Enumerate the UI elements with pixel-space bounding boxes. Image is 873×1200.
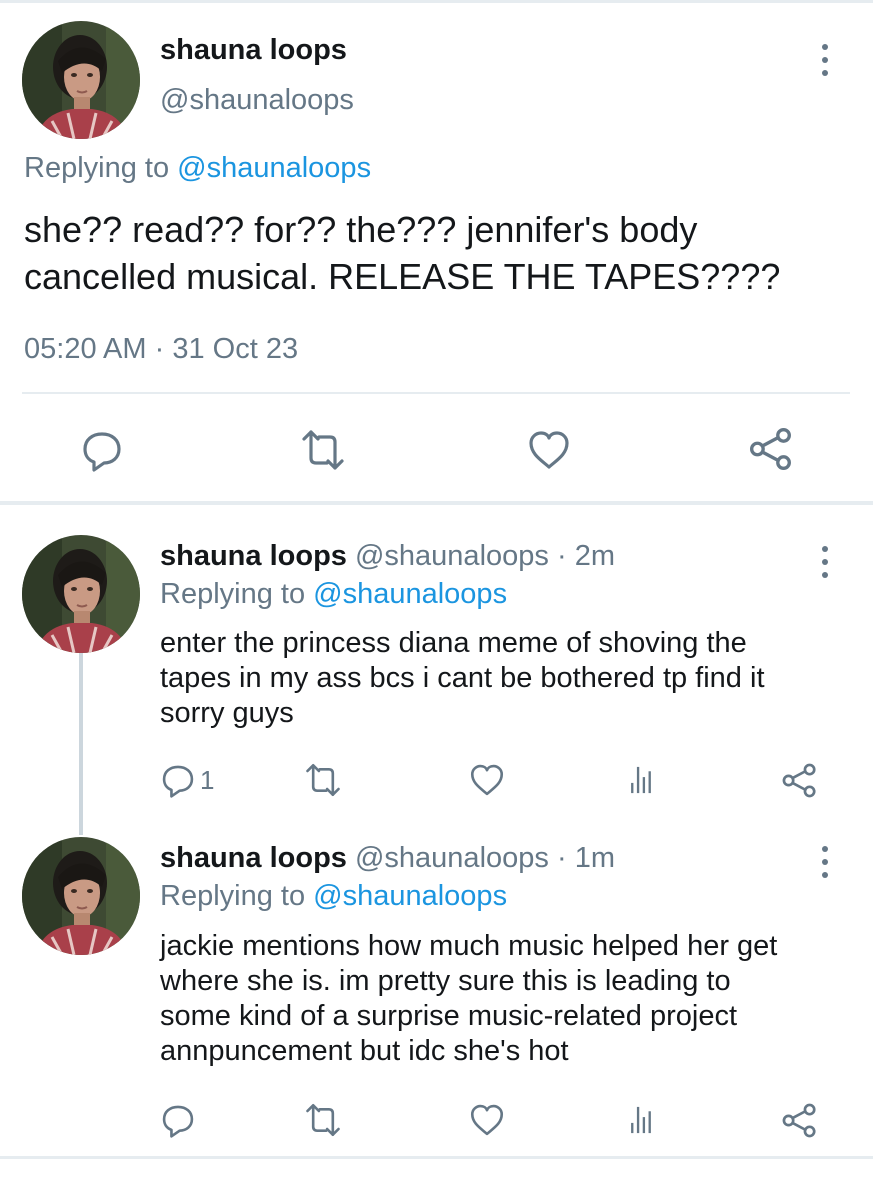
tweet-text-line: enter the princess diana meme of shoving… (160, 627, 747, 659)
share-button[interactable] (748, 426, 794, 472)
reply-icon (80, 428, 124, 472)
retweet-button[interactable] (303, 762, 343, 798)
reply-icon (160, 762, 196, 798)
tweet-text-line: tapes in my ass bcs i cant be bothered t… (160, 662, 765, 694)
tweet-text-line: sorry guys (160, 697, 294, 729)
replying-to-label: Replying to (160, 578, 306, 610)
reply-button[interactable] (80, 428, 124, 472)
reply-age: 1m (574, 842, 615, 874)
like-button[interactable] (527, 428, 571, 472)
display-name[interactable]: shauna loops (160, 34, 347, 67)
main-tweet: shauna loops @shaunaloops Replying to @s… (0, 0, 873, 503)
bottom-divider (0, 1156, 873, 1159)
reply-button[interactable]: 1 (160, 762, 214, 798)
analytics-button[interactable] (626, 764, 658, 796)
user-handle[interactable]: @shaunaloops (355, 842, 549, 874)
mention-link[interactable]: @shaunaloops (177, 152, 371, 184)
analytics-icon (626, 1104, 658, 1136)
tweet-text-line: where she is. im pretty sure this is lea… (160, 965, 731, 997)
mention-link[interactable]: @shaunaloops (313, 880, 507, 912)
display-name[interactable]: shauna loops (160, 540, 347, 572)
like-button[interactable] (469, 762, 505, 798)
more-options-icon[interactable] (815, 40, 835, 80)
replying-to-label: Replying to (24, 152, 170, 184)
tweet-text-line: some kind of a surprise music-related pr… (160, 1000, 738, 1032)
reply-icon (160, 1102, 196, 1138)
more-options-icon[interactable] (815, 542, 835, 582)
share-icon (748, 426, 794, 472)
replying-to: Replying to @shaunaloops (24, 152, 371, 185)
mention-link[interactable]: @shaunaloops (313, 578, 507, 610)
like-button[interactable] (469, 1102, 505, 1138)
meta-separator: · (556, 540, 567, 572)
user-handle[interactable]: @shaunaloops (160, 84, 354, 117)
avatar[interactable] (22, 21, 140, 139)
tweet-text: she?? read?? for?? the??? jennifer's bod… (24, 209, 781, 297)
reply-tweet[interactable]: shauna loops @shaunaloops · 1m Replying … (0, 837, 873, 1147)
reply-header: shauna loops @shaunaloops · 1m (160, 842, 615, 875)
share-button[interactable] (781, 762, 818, 799)
more-options-icon[interactable] (815, 842, 835, 882)
share-icon (781, 762, 818, 799)
display-name[interactable]: shauna loops (160, 842, 347, 874)
retweet-icon (303, 1102, 343, 1138)
tweet-text-line: annpuncement but idc she's hot (160, 1035, 569, 1067)
retweet-icon (303, 762, 343, 798)
analytics-icon (626, 764, 658, 796)
reply-header: shauna loops @shaunaloops · 2m (160, 540, 615, 573)
tweet-text-line: jackie mentions how much music helped he… (160, 930, 778, 962)
tweet-time: 05:20 AM (24, 333, 147, 365)
like-icon (469, 762, 505, 798)
analytics-button[interactable] (626, 1104, 658, 1136)
reply-age: 2m (574, 540, 615, 572)
share-button[interactable] (781, 1102, 818, 1139)
tweet-text: jackie mentions how much music helped he… (160, 929, 850, 1069)
section-divider (0, 501, 873, 505)
share-icon (781, 1102, 818, 1139)
like-icon (469, 1102, 505, 1138)
reply-count: 1 (200, 764, 215, 795)
replying-to: Replying to @shaunaloops (160, 880, 507, 913)
retweet-icon (298, 428, 348, 472)
replying-to: Replying to @shaunaloops (160, 578, 507, 611)
tweet-text: enter the princess diana meme of shoving… (160, 626, 850, 731)
replying-to-label: Replying to (160, 880, 306, 912)
tweet-date: 31 Oct 23 (172, 333, 299, 365)
tweet-timestamp: 05:20 AM · 31 Oct 23 (24, 333, 298, 366)
divider (22, 392, 850, 394)
like-icon (527, 428, 571, 472)
avatar[interactable] (22, 535, 140, 653)
reply-tweet[interactable]: shauna loops @shaunaloops · 2m Replying … (0, 535, 873, 825)
avatar[interactable] (22, 837, 140, 955)
user-handle[interactable]: @shaunaloops (355, 540, 549, 572)
reply-button[interactable] (160, 1102, 196, 1138)
meta-separator: · (154, 333, 165, 365)
retweet-button[interactable] (303, 1102, 343, 1138)
meta-separator: · (556, 842, 567, 874)
retweet-button[interactable] (298, 428, 348, 472)
